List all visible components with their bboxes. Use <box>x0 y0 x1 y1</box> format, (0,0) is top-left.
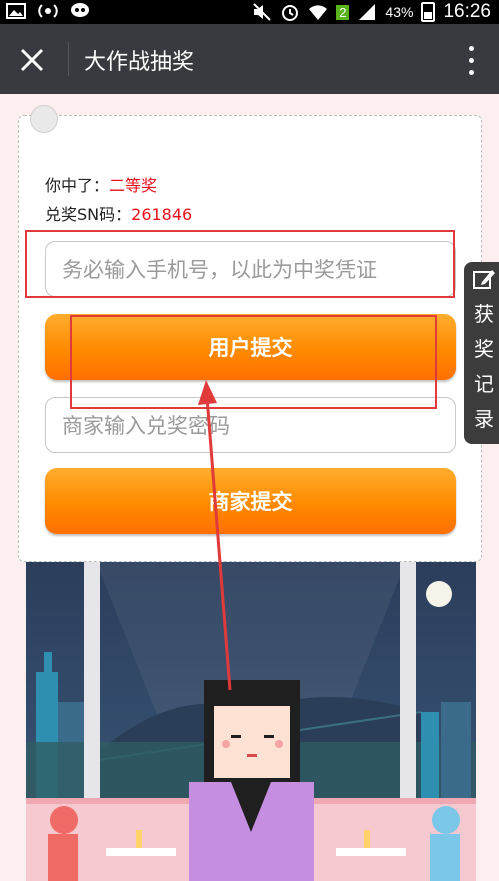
more-dot-icon <box>468 45 474 51</box>
prize-label: 你中了： <box>45 176 110 195</box>
sn-value: 261846 <box>131 205 193 224</box>
close-button[interactable] <box>12 40 52 80</box>
alarm-icon <box>282 5 299 21</box>
more-dot-icon <box>468 69 474 75</box>
sn-line: 兑奖SN码：261846 <box>45 201 192 225</box>
sim-badge: 2 <box>336 4 350 20</box>
edit-icon <box>473 270 495 289</box>
side-tab-char: 获 <box>474 302 494 326</box>
highlight-phone-box <box>25 230 455 298</box>
wifi-hotspot-icon <box>38 4 58 18</box>
title-divider <box>68 42 69 76</box>
pin-icon <box>30 105 58 133</box>
illustration-scene <box>26 562 476 881</box>
mute-icon <box>253 3 271 21</box>
side-tab-char: 录 <box>474 407 494 431</box>
signal-icon <box>359 4 376 20</box>
status-bar: 2 43% 16:26 <box>0 0 499 24</box>
battery-icon <box>421 2 436 22</box>
side-tab-char: 奖 <box>474 337 494 361</box>
battery-percent: 43% <box>385 4 414 20</box>
prize-line: 你中了：二等奖 <box>45 172 157 196</box>
restaurant-illustration <box>26 562 476 881</box>
title-bar: 大作战抽奖 <box>0 24 499 94</box>
page-title: 大作战抽奖 <box>84 50 195 75</box>
sn-label: 兑奖SN码： <box>45 205 132 224</box>
prize-value: 二等奖 <box>109 176 158 195</box>
merchant-submit-button[interactable]: 商家提交 <box>45 468 456 534</box>
close-icon <box>20 48 44 72</box>
prize-records-tab[interactable]: 获 奖 记 录 <box>464 262 499 444</box>
image-icon <box>6 3 26 19</box>
more-dot-icon <box>468 57 474 63</box>
clock: 16:26 <box>443 1 491 22</box>
more-menu-button[interactable] <box>461 42 481 78</box>
annotation-arrow-icon <box>198 380 232 691</box>
side-tab-char: 记 <box>474 372 494 396</box>
wifi-icon <box>309 5 328 21</box>
highlight-submit-box <box>70 315 437 409</box>
chat-icon <box>71 3 89 17</box>
